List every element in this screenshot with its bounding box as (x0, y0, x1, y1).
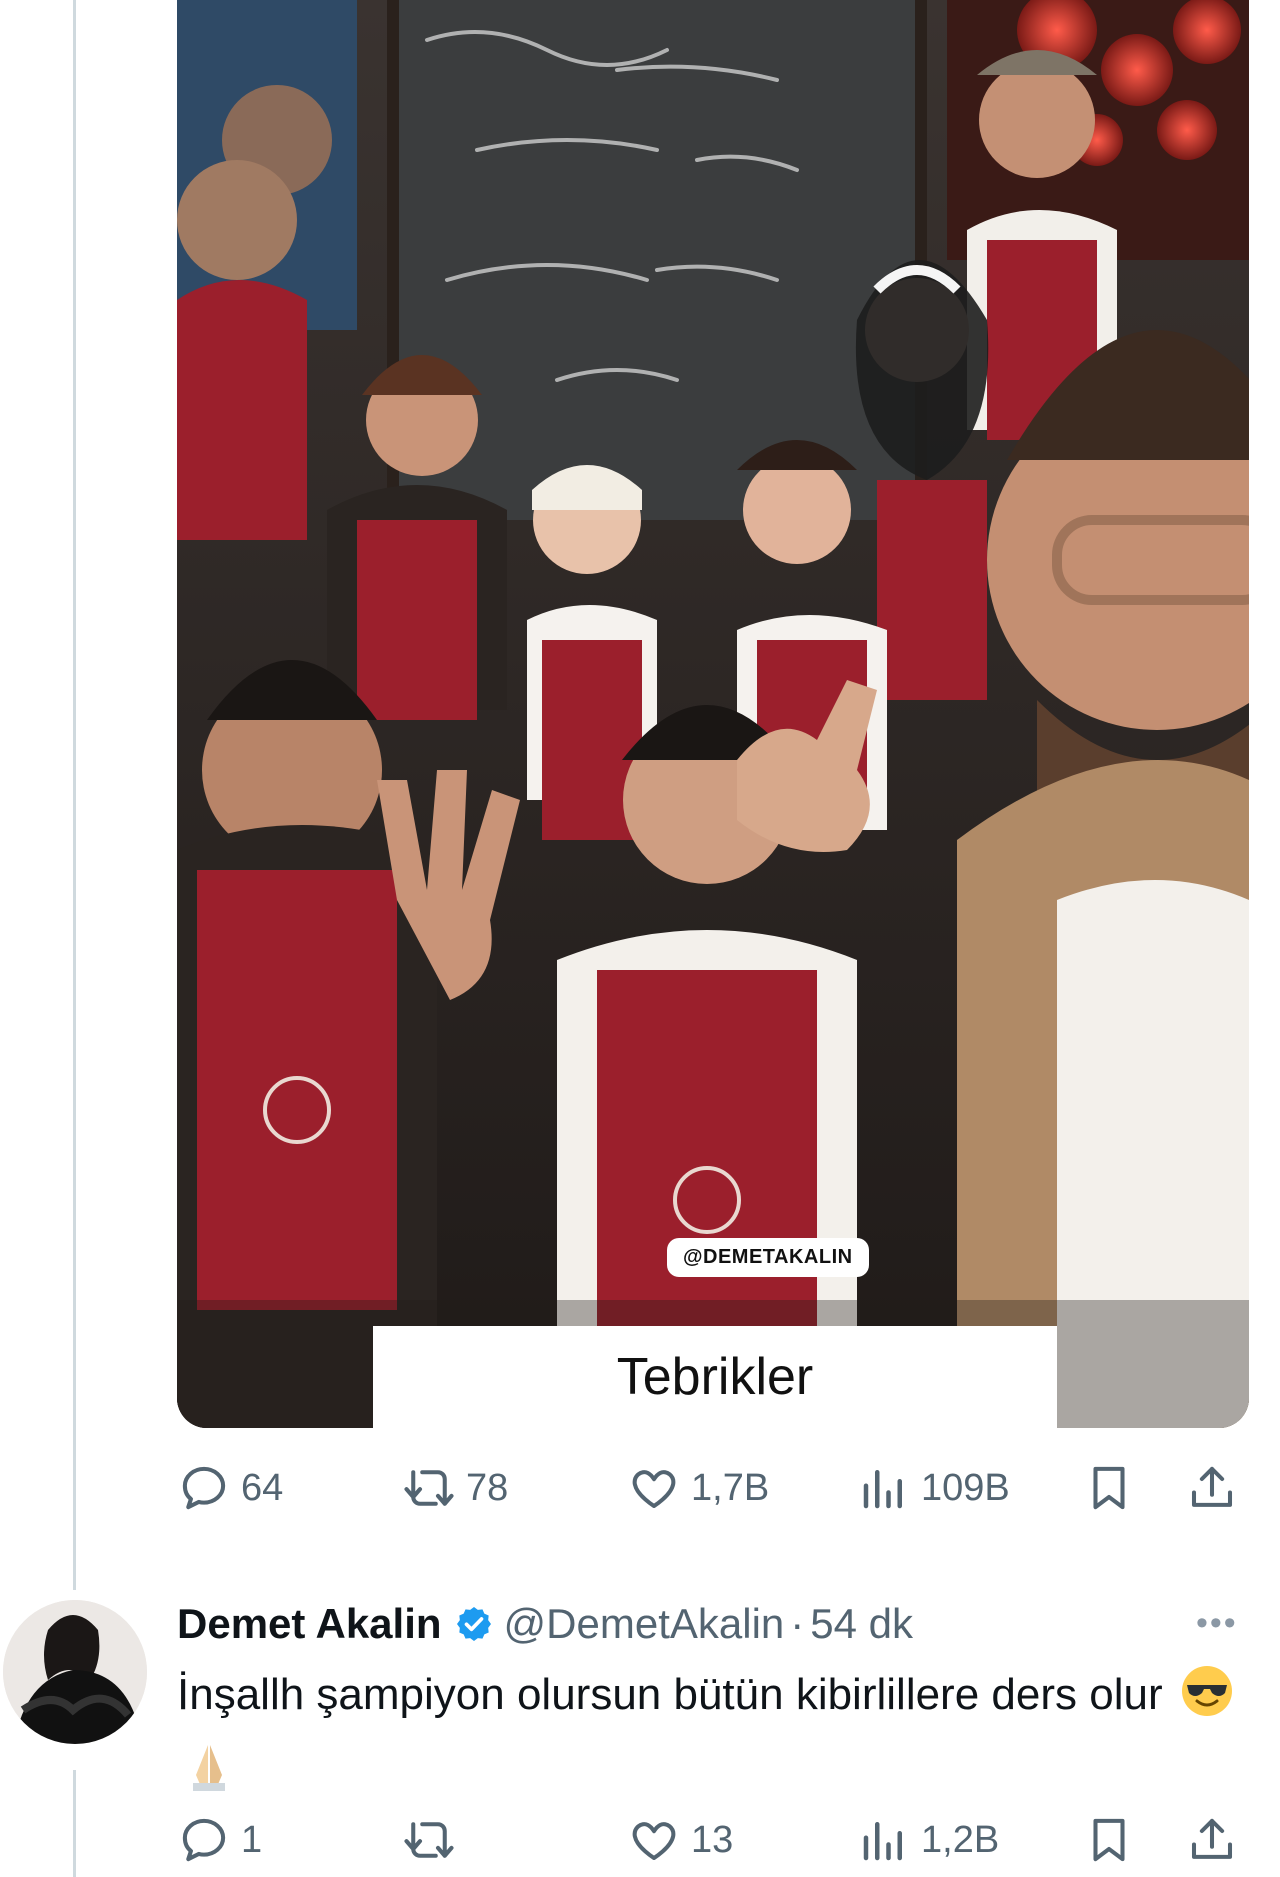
reply-header: Demet Akalin @DemetAkalin · 54 dk (177, 1596, 913, 1652)
photo-tag-chip: @DEMETAKALIN (667, 1238, 869, 1277)
repost-button[interactable]: 78 (402, 1461, 508, 1515)
reply-count: 1 (241, 1818, 263, 1861)
avatar[interactable] (3, 1600, 147, 1744)
heart-icon (632, 1822, 676, 1861)
reply-timestamp[interactable]: 54 dk (810, 1600, 913, 1648)
bookmark-icon (1093, 1466, 1125, 1510)
views-count: 1,2B (921, 1818, 1000, 1861)
views-button[interactable]: 109B (857, 1461, 1010, 1515)
bookmark-button[interactable] (1082, 1813, 1136, 1867)
repost-count: 78 (466, 1466, 509, 1509)
thread-line-lower (73, 1770, 76, 1877)
verified-badge-icon (454, 1604, 494, 1644)
reply-body: İnşallh şampiyon olursun bütün kibirlill… (177, 1670, 1163, 1719)
post-media[interactable]: @DEMETAKALIN Tebrikler (177, 0, 1249, 1428)
views-button[interactable]: 1,2B (857, 1813, 999, 1867)
share-button[interactable] (1185, 1461, 1239, 1515)
reply-icon (182, 1466, 226, 1510)
bookmark-button[interactable] (1082, 1461, 1136, 1515)
like-count: 13 (691, 1818, 734, 1861)
meta-separator: · (790, 1600, 805, 1647)
bookmark-icon (1093, 1818, 1125, 1862)
author-name[interactable]: Demet Akalin (177, 1600, 442, 1648)
reply-icon (182, 1818, 226, 1862)
folded-hands-icon (181, 1739, 237, 1814)
more-options-icon[interactable]: ••• (1196, 1604, 1238, 1643)
share-icon (1191, 1818, 1233, 1859)
repost-button[interactable] (402, 1813, 466, 1867)
like-button[interactable]: 1,7B (627, 1461, 769, 1515)
post-action-bar: 64 78 1,7B 109B (177, 1458, 1249, 1518)
group-selfie-photo (177, 0, 1249, 1428)
repost-icon (404, 1822, 454, 1858)
author-handle[interactable]: @DemetAkalin (504, 1600, 785, 1648)
share-icon (1191, 1466, 1233, 1507)
views-icon (863, 1822, 902, 1861)
smiling-face-with-sunglasses-icon (1179, 1663, 1235, 1738)
share-button[interactable] (1185, 1813, 1239, 1867)
reply-button[interactable]: 1 (177, 1813, 262, 1867)
views-count: 109B (921, 1466, 1010, 1509)
reply-count: 64 (241, 1466, 284, 1509)
avatar-photo (3, 1600, 147, 1744)
thread-line (73, 0, 76, 1590)
like-count: 1,7B (691, 1466, 770, 1509)
photo-caption: Tebrikler (373, 1326, 1057, 1428)
reply-button[interactable]: 64 (177, 1461, 283, 1515)
reply-action-bar: 1 13 1,2B (177, 1810, 1249, 1870)
repost-icon (404, 1470, 454, 1506)
like-button[interactable]: 13 (627, 1813, 733, 1867)
views-icon (863, 1470, 902, 1509)
reply-text: İnşallh şampiyon olursun bütün kibirlill… (177, 1662, 1257, 1814)
heart-icon (632, 1470, 676, 1509)
